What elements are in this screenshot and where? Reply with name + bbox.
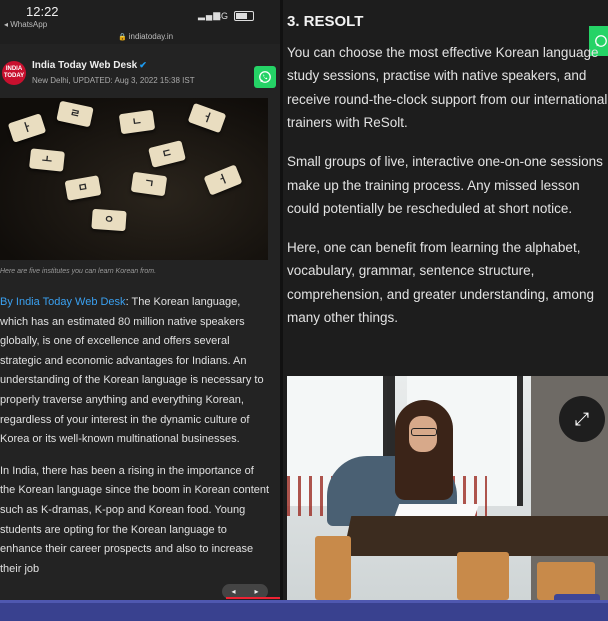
bottom-bar xyxy=(0,600,608,621)
letter-tile: ㄷ xyxy=(148,140,186,168)
progress-indicator xyxy=(226,597,280,599)
letter-tile: ㄴ xyxy=(118,109,156,135)
india-today-logo: INDIA TODAY xyxy=(2,61,26,85)
section-paragraph: Small groups of live, interactive one-on… xyxy=(287,154,603,216)
whatsapp-icon xyxy=(259,71,271,83)
glasses xyxy=(411,428,437,436)
bottom-bar-highlight xyxy=(0,600,608,603)
author-name-text: India Today Web Desk xyxy=(32,60,138,71)
next-button[interactable]: ▸ xyxy=(254,587,258,596)
section-body: You can choose the most effective Korean… xyxy=(287,41,608,345)
article-paragraph: In India, there has been a rising in the… xyxy=(0,464,270,575)
chair xyxy=(457,552,509,600)
photo-caption: Here are five institutes you can learn K… xyxy=(0,268,157,275)
article-body: By India Today Web Desk: The Korean lang… xyxy=(0,293,270,591)
article-right-pane: 3. RESOLT You can choose the most effect… xyxy=(283,0,608,600)
url-bar[interactable]: 🔒 indiatoday.in xyxy=(118,32,173,41)
url-text: indiatoday.in xyxy=(128,32,174,41)
letter-tile: ㄹ xyxy=(56,100,94,128)
student-studying-photo: ⤢ xyxy=(287,376,608,600)
expand-image-button[interactable]: ⤢ xyxy=(559,396,605,442)
letter-tile: ㅏ xyxy=(7,113,47,143)
chair xyxy=(315,536,351,600)
network-label: 4G xyxy=(216,11,229,21)
letter-tile: ㅁ xyxy=(64,175,102,201)
section-paragraph: Here, one can benefit from learning the … xyxy=(287,239,594,326)
lock-icon: 🔒 xyxy=(118,34,127,41)
section-paragraph: You can choose the most effective Korean… xyxy=(287,45,608,131)
whatsapp-share-button[interactable] xyxy=(254,66,276,88)
letter-tile: ㅓ xyxy=(203,164,243,196)
article-paragraph: By India Today Web Desk: The Korean lang… xyxy=(0,293,270,450)
byline-link[interactable]: By India Today Web Desk xyxy=(0,296,126,308)
author-name[interactable]: India Today Web Desk ✔ xyxy=(32,60,147,71)
prev-button[interactable]: ◂ xyxy=(231,587,235,596)
article-hero-photo: ㅏ ㄹ ㄴ ㅓ ㅗ ㄷ ㅁ ㄱ ㅓ ㅇ xyxy=(0,98,268,260)
letter-tile: ㅓ xyxy=(187,102,227,134)
letter-tile: ㅗ xyxy=(29,148,65,172)
desk xyxy=(342,516,608,556)
letter-tile: ㅇ xyxy=(91,208,127,232)
section-heading: 3. RESOLT xyxy=(287,13,364,30)
verified-icon: ✔ xyxy=(139,60,147,70)
status-bar: 12:22 ◂ WhatsApp ▂▄▆ 4G 🔒 indiatoday.in xyxy=(0,0,280,44)
letter-tile: ㄱ xyxy=(130,171,168,197)
expand-icon: ⤢ xyxy=(574,408,590,429)
paragraph-text: : The Korean language, which has an esti… xyxy=(0,296,264,446)
phone-screenshot: 12:22 ◂ WhatsApp ▂▄▆ 4G 🔒 indiatoday.in I… xyxy=(0,0,280,600)
status-time: 12:22 xyxy=(26,4,59,19)
battery-icon xyxy=(234,11,254,21)
notebook xyxy=(394,504,480,516)
author-meta: New Delhi, UPDATED: Aug 3, 2022 15:38 IS… xyxy=(32,76,195,85)
back-to-app-link[interactable]: ◂ WhatsApp xyxy=(4,20,47,29)
